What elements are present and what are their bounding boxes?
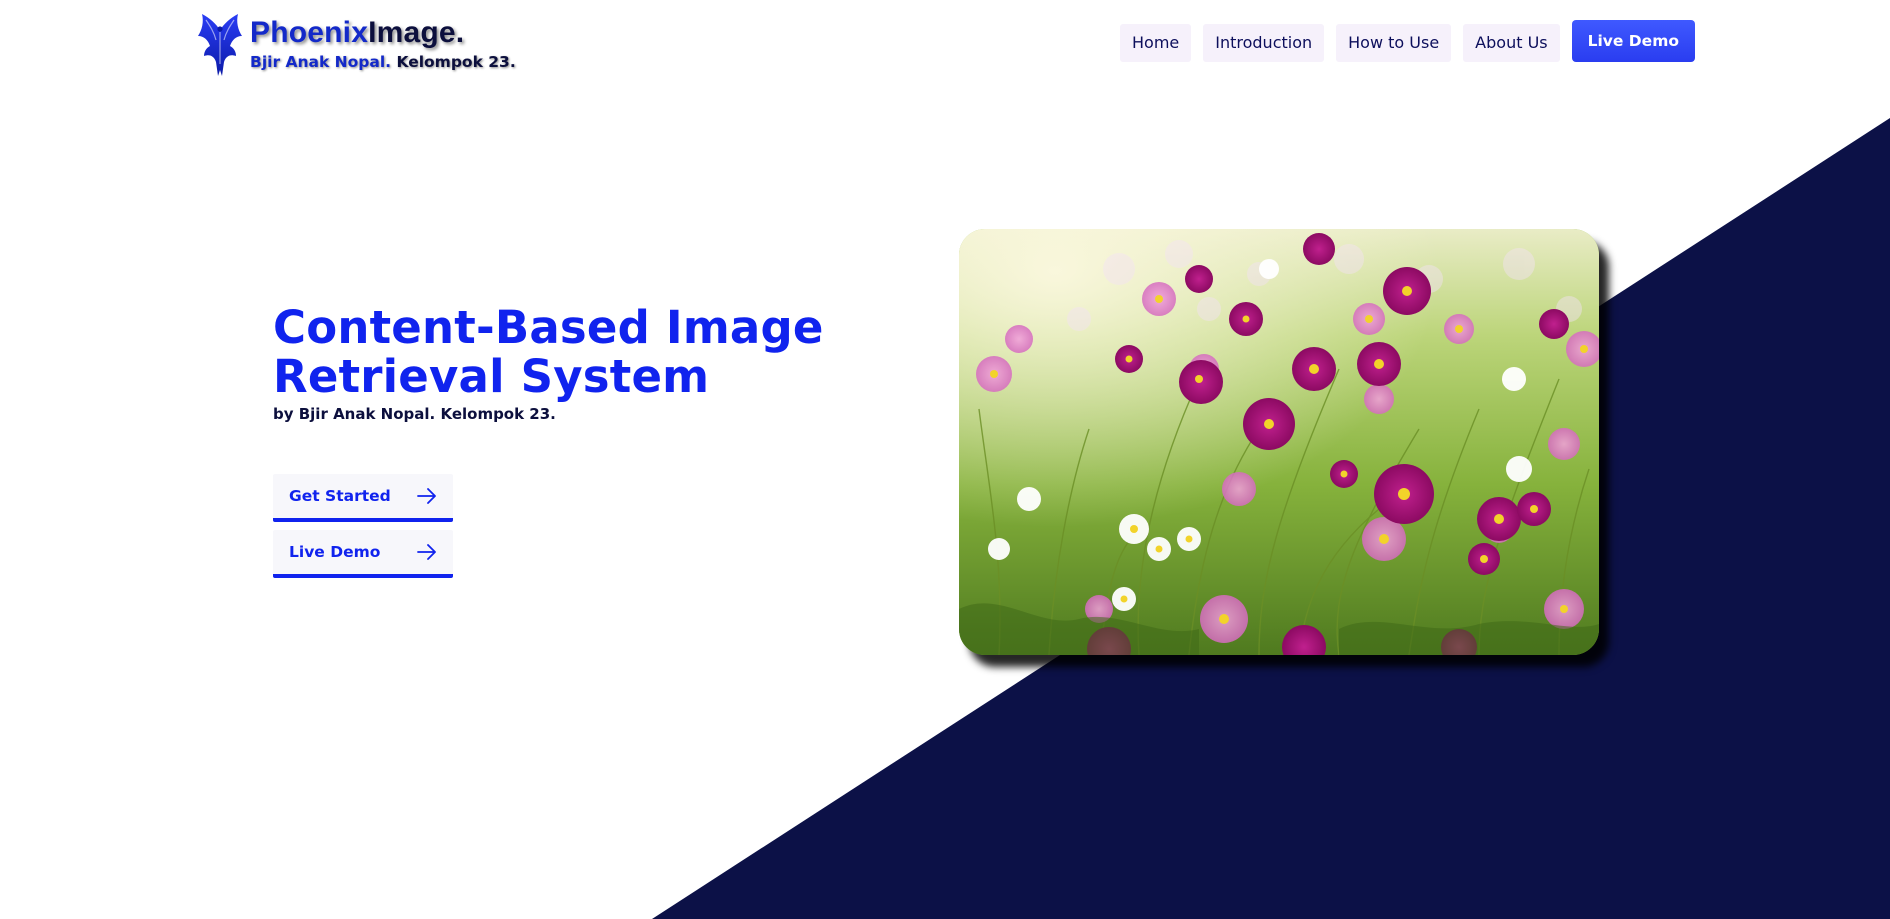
brand-subtitle: Bjir Anak Nopal. Kelompok 23. [250,52,516,72]
hero-text: Content-Based Image Retrieval System by … [273,303,873,423]
brand-subtitle-rest: Kelompok 23. [391,53,516,71]
brand-title-main: Phoenix [250,16,369,49]
nav-how-to-use[interactable]: How to Use [1336,24,1452,62]
live-demo-label: Live Demo [289,543,381,561]
site-header: PhoenixImage. Bjir Anak Nopal. Kelompok … [0,0,1890,90]
logo[interactable]: PhoenixImage. Bjir Anak Nopal. Kelompok … [196,12,516,80]
hero-title: Content-Based Image Retrieval System [273,301,824,403]
get-started-button[interactable]: Get Started [273,474,453,522]
brand-title: PhoenixImage. [250,16,516,50]
hero-flower-image [959,229,1599,655]
hero-subtitle: by Bjir Anak Nopal. Kelompok 23. [273,405,556,423]
nav-introduction[interactable]: Introduction [1203,24,1325,62]
phoenix-icon [198,14,242,76]
nav-live-demo-button[interactable]: Live Demo [1571,20,1695,62]
diagonal-background [652,118,1890,919]
main-nav: Home Introduction How to Use About Us Li… [1120,20,1695,62]
live-demo-button[interactable]: Live Demo [273,530,453,578]
arrow-right-icon [417,488,436,504]
brand-subtitle-main: Bjir Anak Nopal. [250,53,392,71]
arrow-right-icon [417,544,436,560]
brand-title-rest: Image. [368,16,465,49]
get-started-label: Get Started [289,487,391,505]
flower-field-illustration [959,229,1599,655]
nav-about-us[interactable]: About Us [1463,24,1560,62]
nav-home[interactable]: Home [1120,24,1192,62]
